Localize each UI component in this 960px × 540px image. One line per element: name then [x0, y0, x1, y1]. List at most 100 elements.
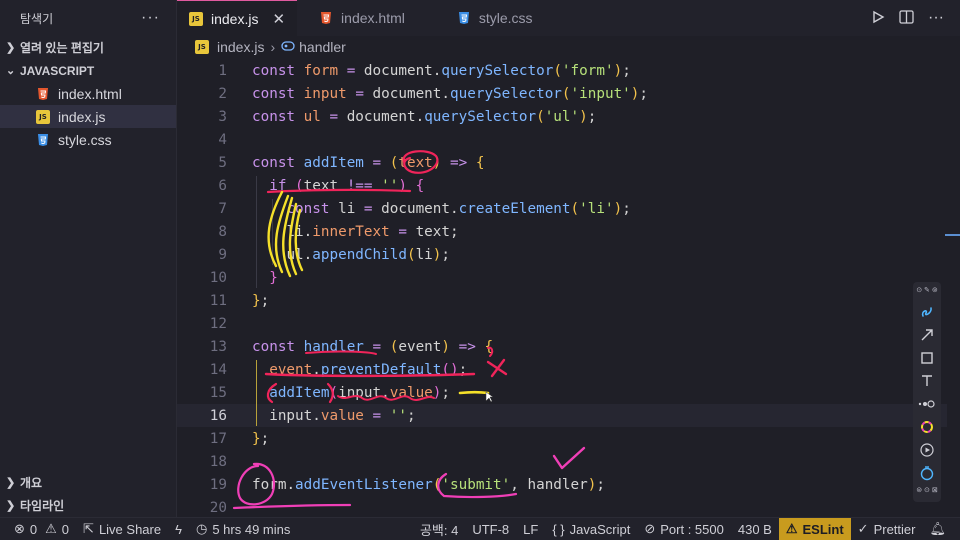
- line-width-icon[interactable]: [916, 392, 938, 415]
- code-line: 7 const li = document.createElement('li'…: [177, 197, 947, 220]
- language-label: JavaScript: [569, 521, 631, 537]
- tab-index-html[interactable]: index.html: [297, 0, 417, 36]
- file-style-css[interactable]: style.css: [0, 128, 176, 151]
- lightning-button[interactable]: ϟ: [168, 518, 189, 540]
- line-number: 4: [218, 131, 227, 148]
- wakatime-button[interactable]: ◷ 5 hrs 49 mins: [189, 518, 297, 540]
- clock-icon: ◷: [195, 521, 208, 536]
- code-line-current: 16 input.value = '';: [177, 404, 947, 427]
- warning-count: 0: [61, 521, 70, 537]
- color-picker-icon[interactable]: [916, 415, 938, 438]
- indent-guide: [256, 176, 257, 288]
- code-line: 6 if (text !== '') {: [177, 174, 947, 197]
- line-number: 14: [209, 361, 227, 378]
- line-number: 8: [218, 223, 227, 240]
- language-mode-button[interactable]: { } JavaScript: [545, 518, 637, 540]
- code-text: const handler = (event) => {: [252, 338, 494, 355]
- code-line: 19 form.addEventListener('submit', handl…: [177, 473, 947, 496]
- line-number: 6: [218, 177, 227, 194]
- split-editor-icon[interactable]: [899, 9, 914, 27]
- scrollbar-marker[interactable]: [945, 234, 960, 236]
- more-icon[interactable]: ···: [928, 9, 944, 27]
- live-server-button[interactable]: ⊘ Port : 5500: [637, 518, 731, 540]
- code-line: 2 const input = document.querySelector('…: [177, 82, 947, 105]
- eslint-button[interactable]: ⚠ ESLint: [778, 517, 851, 540]
- outline-label: 개요: [20, 476, 43, 490]
- code-text: ul.appendChild(li);: [286, 246, 450, 263]
- rectangle-tool-icon[interactable]: [916, 346, 938, 369]
- file-label: index.js: [58, 108, 106, 125]
- no-entry-icon: ⊘: [644, 521, 656, 536]
- text-tool-icon[interactable]: [916, 369, 938, 392]
- code-text: const addItem = (text) => {: [252, 154, 485, 171]
- chevron-right-icon: ❯: [6, 500, 16, 512]
- live-share-button[interactable]: ⇱ Live Share: [76, 518, 168, 540]
- css-file-icon: [457, 11, 471, 25]
- arrow-tool-icon[interactable]: [916, 323, 938, 346]
- run-icon[interactable]: [871, 10, 885, 27]
- timeline-section[interactable]: ❯ 타임라인: [0, 494, 177, 517]
- code-line: 20: [177, 496, 947, 519]
- line-number: 3: [218, 108, 227, 125]
- line-number: 11: [209, 292, 227, 309]
- timer-icon[interactable]: [916, 461, 938, 484]
- line-number: 2: [218, 85, 227, 102]
- indent-guide: [272, 199, 273, 265]
- tab-style-css[interactable]: style.css: [417, 0, 545, 36]
- line-number: 20: [209, 499, 227, 516]
- problems-indicator[interactable]: ⊗ 0 ⚠ 0: [0, 518, 76, 540]
- outline-section[interactable]: ❯ 개요: [0, 471, 177, 494]
- file-index-js[interactable]: JS index.js: [0, 105, 176, 128]
- close-icon[interactable]: ✕: [272, 10, 285, 28]
- file-index-html[interactable]: index.html: [0, 82, 176, 105]
- file-label: index.html: [58, 85, 122, 102]
- code-line: 15 addItem(input.value);: [177, 381, 947, 404]
- line-number: 19: [209, 476, 227, 493]
- line-number: 15: [209, 384, 227, 401]
- file-label: style.css: [58, 131, 112, 148]
- code-line: 3 const ul = document.querySelector('ul'…: [177, 105, 947, 128]
- tab-label: index.js: [211, 10, 259, 27]
- code-line: 10 }: [177, 266, 947, 289]
- line-number: 18: [209, 453, 227, 470]
- css-file-icon: [36, 133, 50, 147]
- code-line: 5 const addItem = (text) => {: [177, 151, 947, 174]
- tab-label: index.html: [341, 10, 405, 26]
- live-share-label: Live Share: [98, 521, 162, 537]
- breadcrumb-symbol[interactable]: handler: [299, 39, 346, 55]
- code-text: event.preventDefault();: [269, 361, 468, 378]
- code-line: 13 const handler = (event) => {: [177, 335, 947, 358]
- breadcrumb-separator: ›: [270, 39, 276, 55]
- chevron-right-icon: ❯: [6, 477, 16, 489]
- toolbar-header-icons: ⊙ ✎ ⊚: [916, 287, 938, 294]
- js-file-icon: JS: [195, 40, 209, 54]
- code-line: 8 li.innerText = text;: [177, 220, 947, 243]
- encoding-button[interactable]: UTF-8: [465, 518, 516, 540]
- chevron-down-icon: ⌄: [6, 65, 16, 77]
- notifications-button[interactable]: 🔔︎: [922, 518, 960, 540]
- tab-index-js[interactable]: JS index.js ✕: [177, 0, 298, 36]
- code-text: const ul = document.querySelector('ul');: [252, 108, 597, 125]
- status-bar: ⊗ 0 ⚠ 0 ⇱ Live Share ϟ ◷ 5 hrs 49 mins 공…: [0, 517, 960, 540]
- line-number: 17: [209, 430, 227, 447]
- folder-section[interactable]: ⌄ JAVASCRIPT: [0, 59, 176, 82]
- line-number: 7: [218, 200, 227, 217]
- indentation-button[interactable]: 공백: 4: [413, 518, 465, 540]
- more-actions-button[interactable]: ···: [141, 9, 160, 27]
- js-file-icon: JS: [36, 109, 50, 124]
- html-file-icon: [36, 87, 50, 101]
- open-editors-section[interactable]: ❯ 열려 있는 편집기: [0, 36, 176, 59]
- breadcrumb-file[interactable]: index.js: [217, 39, 264, 55]
- prettier-button[interactable]: ✓ Prettier: [851, 518, 923, 540]
- js-file-icon: JS: [189, 11, 203, 26]
- code-line: 9 ul.appendChild(li);: [177, 243, 947, 266]
- eol-button[interactable]: LF: [516, 518, 545, 540]
- tab-label: style.css: [478, 10, 533, 26]
- code-editor[interactable]: 1 const form = document.querySelector('f…: [177, 58, 960, 517]
- pen-tool-icon[interactable]: [916, 300, 938, 323]
- code-line: 12: [177, 312, 947, 335]
- explorer-sidebar: 탐색기 ··· ❯ 열려 있는 편집기 ⌄ JAVASCRIPT index.h…: [0, 0, 177, 517]
- open-editors-label: 열려 있는 편집기: [20, 41, 104, 55]
- play-icon[interactable]: [916, 438, 938, 461]
- code-text: const form = document.querySelector('for…: [252, 62, 631, 79]
